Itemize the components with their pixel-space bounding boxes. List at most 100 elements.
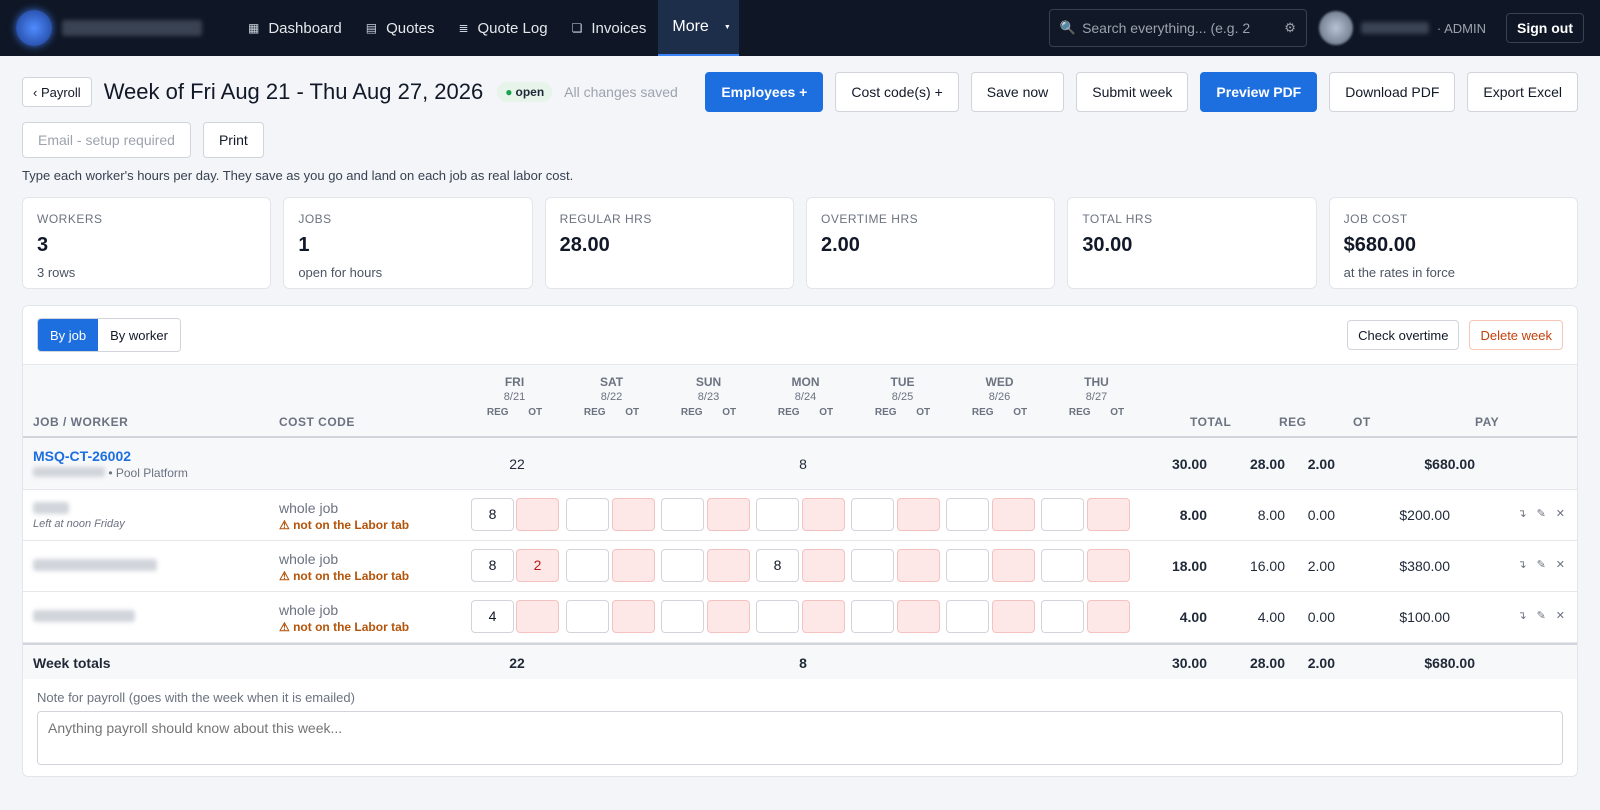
job-link[interactable]: MSQ-CT-26002: [33, 448, 131, 464]
fri-reg-input[interactable]: 8: [471, 498, 514, 531]
mon-ot-input[interactable]: [802, 498, 845, 531]
user-name: [1360, 22, 1429, 34]
mon-ot-input[interactable]: [802, 549, 845, 582]
sun-reg-input[interactable]: [661, 600, 704, 633]
thu-reg-input[interactable]: [1041, 498, 1084, 531]
export-excel-button[interactable]: Export Excel: [1467, 72, 1578, 112]
close-icon[interactable]: ✕: [1556, 507, 1565, 520]
company-logo[interactable]: [16, 10, 52, 46]
close-icon[interactable]: ✕: [1556, 609, 1565, 622]
sat-reg-input[interactable]: [566, 498, 609, 531]
sign-out-button[interactable]: Sign out: [1506, 13, 1584, 43]
add-cost-codes-button[interactable]: Cost code(s) +: [835, 72, 959, 112]
col-pay: PAY: [1475, 415, 1500, 429]
nav-quote-log[interactable]: ≣ Quote Log: [446, 0, 559, 56]
cost-code-value[interactable]: whole job: [279, 500, 338, 516]
fri-reg-input[interactable]: 8: [471, 549, 514, 582]
row-actions: ↴ ✎ ✕: [1517, 507, 1565, 520]
submit-week-button[interactable]: Submit week: [1076, 72, 1189, 112]
worker-total: 18.00: [1171, 558, 1207, 574]
total-fri: 22: [509, 655, 525, 671]
worker-pay: $380.00: [1399, 558, 1450, 574]
fri-ot-input[interactable]: [516, 600, 559, 633]
total-ot: 2.00: [1307, 655, 1335, 671]
add-employees-button[interactable]: Employees +: [705, 72, 824, 112]
mon-ot-input[interactable]: [802, 600, 845, 633]
status-badge: ● open: [497, 82, 553, 102]
thu-ot-input[interactable]: [1087, 498, 1130, 531]
close-icon[interactable]: ✕: [1556, 558, 1565, 571]
wed-ot-input[interactable]: [992, 600, 1035, 633]
day-tue: TUE 8/25 REG OT: [874, 375, 931, 418]
print-button[interactable]: Print: [202, 122, 264, 158]
sat-reg-input[interactable]: [566, 600, 609, 633]
back-to-payroll-button[interactable]: ‹ Payroll: [22, 77, 92, 107]
thu-reg-input[interactable]: [1041, 600, 1084, 633]
thu-ot-input[interactable]: [1087, 549, 1130, 582]
nav-dashboard[interactable]: ▦ Dashboard: [236, 0, 354, 56]
mon-reg-input[interactable]: [756, 498, 799, 531]
edit-icon[interactable]: ✎: [1537, 609, 1546, 622]
sat-reg-input[interactable]: [566, 549, 609, 582]
thu-reg-input[interactable]: [1041, 549, 1084, 582]
worker-total: 4.00: [1179, 609, 1207, 625]
edit-icon[interactable]: ✎: [1537, 558, 1546, 571]
sat-ot-input[interactable]: [612, 549, 655, 582]
sun-reg-input[interactable]: [661, 549, 704, 582]
save-now-button[interactable]: Save now: [970, 72, 1065, 112]
tue-ot-input[interactable]: [897, 549, 940, 582]
edit-icon[interactable]: ✎: [1537, 507, 1546, 520]
split-icon[interactable]: ↴: [1517, 609, 1526, 622]
grid-header: JOB / WORKER COST CODE FRI 8/21 REG OT SAT 8…: [23, 364, 1577, 438]
sun-reg-input[interactable]: [661, 498, 704, 531]
day-fri: FRI 8/21 REG OT: [486, 375, 543, 418]
sun-ot-input[interactable]: [707, 549, 750, 582]
worker-row: whole job ⚠ not on the Labor tab 4 4.00 …: [23, 592, 1577, 643]
fri-ot-input[interactable]: [516, 498, 559, 531]
invoices-icon: ❏: [571, 21, 583, 35]
dashboard-icon: ▦: [248, 21, 260, 35]
check-overtime-button[interactable]: Check overtime: [1347, 320, 1460, 350]
tue-reg-input[interactable]: [851, 600, 894, 633]
fri-reg-input[interactable]: 4: [471, 600, 514, 633]
job-description: • Pool Platform: [108, 466, 188, 480]
delete-week-button[interactable]: Delete week: [1469, 320, 1563, 350]
wed-ot-input[interactable]: [992, 498, 1035, 531]
mon-reg-input[interactable]: [756, 600, 799, 633]
nav-quotes[interactable]: ▤ Quotes: [354, 0, 447, 56]
sat-ot-input[interactable]: [612, 498, 655, 531]
sun-ot-input[interactable]: [707, 600, 750, 633]
avatar[interactable]: [1318, 11, 1353, 45]
labor-tab-warning: ⚠ not on the Labor tab: [279, 620, 410, 634]
tue-reg-input[interactable]: [851, 549, 894, 582]
mon-reg-input[interactable]: 8: [756, 549, 799, 582]
cost-code-value[interactable]: whole job: [279, 551, 338, 567]
day-thu: THU 8/27 REG OT: [1068, 375, 1125, 418]
fri-ot-input[interactable]: 2: [516, 549, 559, 582]
nav-invoices[interactable]: ❏ Invoices: [560, 0, 659, 56]
thu-ot-input[interactable]: [1087, 600, 1130, 633]
split-icon[interactable]: ↴: [1517, 558, 1526, 571]
split-icon[interactable]: ↴: [1517, 507, 1526, 520]
tue-ot-input[interactable]: [897, 600, 940, 633]
preview-pdf-button[interactable]: Preview PDF: [1200, 72, 1318, 112]
wed-ot-input[interactable]: [992, 549, 1035, 582]
tue-reg-input[interactable]: [851, 498, 894, 531]
wed-reg-input[interactable]: [946, 549, 989, 582]
view-by-worker-button[interactable]: By worker: [98, 319, 180, 351]
payroll-note-textarea[interactable]: [37, 711, 1563, 765]
job-total: 30.00: [1171, 456, 1207, 472]
global-search[interactable]: 🔍 Search everything... (e.g. 2 ⚙: [1048, 9, 1307, 47]
nav-more[interactable]: More ▼: [658, 0, 740, 56]
email-button[interactable]: Email - setup required: [22, 122, 191, 158]
sun-ot-input[interactable]: [707, 498, 750, 531]
sat-ot-input[interactable]: [612, 600, 655, 633]
cost-code-value[interactable]: whole job: [279, 602, 338, 618]
download-pdf-button[interactable]: Download PDF: [1329, 72, 1456, 112]
gear-icon[interactable]: ⚙: [1284, 20, 1296, 36]
wed-reg-input[interactable]: [946, 600, 989, 633]
view-by-job-button[interactable]: By job: [38, 319, 99, 351]
wed-reg-input[interactable]: [946, 498, 989, 531]
tue-ot-input[interactable]: [897, 498, 940, 531]
quotes-icon: ▤: [365, 21, 378, 35]
